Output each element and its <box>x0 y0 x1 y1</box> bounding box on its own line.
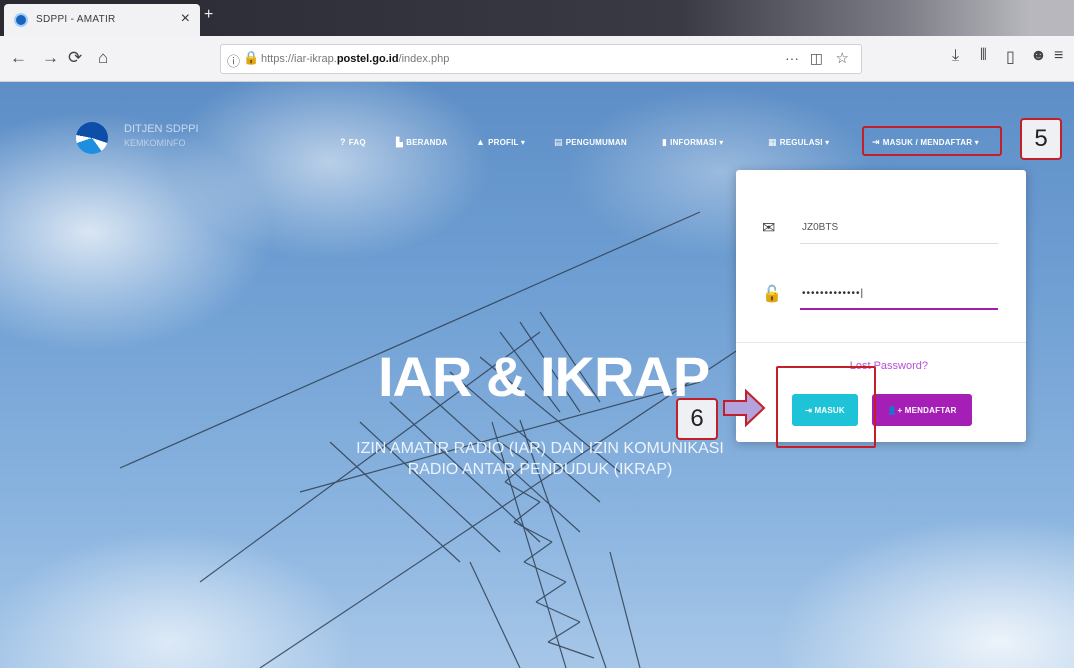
username-input[interactable]: JZ0BTS <box>802 222 838 233</box>
tab-title: SDPPI - AMATIR <box>36 14 116 25</box>
close-tab-icon[interactable]: × <box>181 10 190 28</box>
reload-button[interactable]: ⟳ <box>68 48 82 68</box>
announcement-icon: ▤ <box>554 137 563 147</box>
info-icon[interactable]: ⓘ <box>227 51 240 70</box>
nav-pengumuman[interactable]: ▤ PENGUMUMAN <box>554 137 627 148</box>
new-tab-button[interactable]: + <box>204 6 213 24</box>
site-favicon-icon <box>14 13 28 27</box>
forward-button[interactable]: → <box>42 48 59 68</box>
browser-navigation-bar: ← → ⟳ ⌂ ⓘ 🔒 https://iar-ikrap.postel.go.… <box>0 36 1074 82</box>
mendaftar-button[interactable]: 👤+ MENDAFTAR <box>872 394 972 426</box>
hamburger-menu-icon[interactable]: ≡ <box>1054 47 1063 65</box>
url-bar[interactable]: ⓘ 🔒 https://iar-ikrap.postel.go.id/index… <box>220 44 862 74</box>
library-icon[interactable]: ⫴ <box>980 47 987 65</box>
step-6-callout: 6 <box>676 398 718 440</box>
username-field[interactable]: ✉ JZ0BTS <box>762 214 998 244</box>
lock-icon: 🔓 <box>762 286 782 303</box>
hero-subtitle: IZIN AMATIR RADIO (IAR) DAN IZIN KOMUNIK… <box>356 440 724 478</box>
nav-regulasi[interactable]: ▦ REGULASI ▾ <box>768 137 829 148</box>
home-button[interactable]: ⌂ <box>98 48 108 68</box>
back-button[interactable]: ← <box>10 48 27 68</box>
envelope-icon: ✉ <box>762 220 776 237</box>
panel-divider <box>736 342 1026 343</box>
url-text[interactable]: https://iar-ikrap.postel.go.id/index.php <box>261 53 449 65</box>
brand-title: DITJEN SDPPI <box>124 123 199 135</box>
addon-icon[interactable]: ☻ <box>1030 47 1047 65</box>
sidebar-icon[interactable]: ▯ <box>1006 47 1015 67</box>
masuk-highlight-box <box>776 366 876 448</box>
step-5-callout: 5 <box>1020 118 1062 160</box>
home-icon: ▙ <box>396 137 404 147</box>
downloads-icon[interactable]: ⤓ <box>952 47 959 65</box>
lock-icon: 🔒 <box>243 50 260 65</box>
nav-profil[interactable]: ▲ PROFIL ▾ <box>476 137 525 147</box>
tab-strip-background <box>200 0 1074 36</box>
password-underline <box>800 308 998 310</box>
password-field[interactable]: 🔓 •••••••••••••| <box>762 280 998 310</box>
hero-title: IAR & IKRAP <box>378 345 710 408</box>
pointer-arrow-icon <box>723 388 766 428</box>
browser-tab[interactable]: SDPPI - AMATIR × <box>4 4 200 36</box>
user-icon: ▲ <box>476 137 486 147</box>
kominfo-logo[interactable] <box>76 122 108 154</box>
site-brand[interactable]: DITJEN SDPPI KEMKOMINFO <box>124 122 199 150</box>
web-page: DITJEN SDPPI KEMKOMINFO ? FAQ ▙ BERANDA ▲ P… <box>0 82 1074 668</box>
brand-subtitle: KEMKOMINFO <box>124 138 186 148</box>
sign-in-icon: ⇥ <box>872 137 880 147</box>
username-underline <box>800 243 998 244</box>
question-icon: ? <box>340 137 346 147</box>
nav-masuk-mendaftar[interactable]: ⇥ MASUK / MENDAFTAR ▾ <box>862 126 1002 156</box>
regulation-icon: ▦ <box>768 137 777 147</box>
page-actions-more-icon[interactable]: ··· <box>785 50 799 66</box>
password-input[interactable]: •••••••••••••| <box>802 288 864 299</box>
nav-informasi[interactable]: ▮ INFORMASI ▾ <box>662 137 723 148</box>
document-icon: ▮ <box>662 137 668 147</box>
nav-faq[interactable]: ? FAQ <box>340 137 366 147</box>
browser-tab-bar: SDPPI - AMATIR × + <box>0 0 1074 36</box>
bookmark-star-icon[interactable]: ☆ <box>836 49 849 67</box>
pocket-icon[interactable]: ◫ <box>810 50 823 67</box>
nav-beranda[interactable]: ▙ BERANDA <box>396 137 448 148</box>
